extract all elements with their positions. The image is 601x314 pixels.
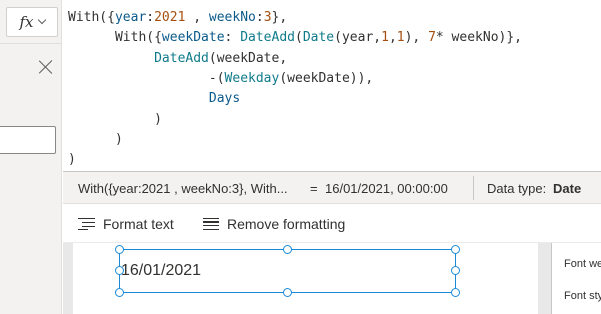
formula-code-line: ) (68, 112, 162, 128)
chevron-down-icon (37, 15, 46, 25)
code-token: (weekDate)), (279, 70, 374, 86)
remove-formatting-button[interactable]: Remove formatting (203, 205, 345, 243)
resize-handle[interactable] (451, 245, 460, 254)
code-token: : (224, 30, 241, 46)
remove-formatting-label: Remove formatting (227, 216, 346, 232)
code-token: }, (271, 10, 288, 25)
resize-handle[interactable] (283, 288, 292, 297)
formula-code-line: ) (68, 152, 76, 168)
code-token: With({ (68, 30, 162, 46)
result-equals: = (310, 181, 318, 196)
code-token: (weekDate, (208, 50, 288, 66)
data-type-label: Data type: (487, 181, 547, 196)
search-input[interactable] (0, 126, 56, 154)
code-token: 2021 (154, 10, 186, 25)
formula-code-line: Days (68, 91, 240, 107)
close-icon[interactable] (37, 58, 55, 76)
code-token: weekNo (208, 10, 256, 25)
data-type-value: Date (553, 181, 582, 196)
result-value: 16/01/2021, 00:00:00 (325, 181, 448, 196)
formula-code-line: DateAdd(weekDate, (68, 51, 287, 67)
code-token: -( (68, 70, 225, 86)
result-expression: With({year:2021 , weekNo:3}, With... (78, 181, 288, 196)
resize-handle[interactable] (115, 266, 124, 275)
code-token: 1 (381, 30, 389, 46)
divider (473, 176, 474, 200)
code-token: (year, (334, 30, 382, 46)
label-control-text: 16/01/2021 (121, 262, 202, 279)
code-token: , (185, 10, 209, 25)
formula-code-line: With({year:2021 , weekNo:3}, (68, 10, 287, 26)
code-token: DateAdd (240, 30, 295, 46)
code-token: , (388, 30, 397, 46)
format-text-button[interactable]: Format text (78, 205, 174, 243)
formula-editor[interactable]: With({year:2021 , weekNo:3}, With({weekD… (63, 0, 601, 172)
code-token: Days (208, 91, 241, 107)
fx-icon: fx (19, 13, 34, 31)
code-token: 1 (396, 30, 405, 46)
code-token: ) (68, 131, 123, 147)
code-token: * weekNo)}, (435, 30, 522, 46)
resize-handle[interactable] (451, 288, 460, 297)
code-token: Weekday (224, 70, 280, 86)
formula-code-line: With({weekDate: DateAdd(Date(year,1,1), … (68, 30, 522, 46)
code-token: : (146, 10, 155, 25)
code-token: With({ (68, 10, 115, 25)
formula-code-line: ) (68, 132, 123, 148)
code-token: year (114, 10, 147, 25)
formula-toolbar: Format text Remove formatting (63, 205, 601, 243)
fx-dropdown-button[interactable]: fx (6, 7, 58, 37)
format-text-icon (78, 218, 95, 231)
divider (0, 43, 62, 44)
code-token: 3 (263, 10, 272, 25)
resize-handle[interactable] (115, 288, 124, 297)
properties-panel: Font weight Font style (551, 243, 601, 314)
resize-handle[interactable] (451, 266, 460, 275)
code-token: ( (295, 30, 303, 46)
font-style-label: Font style (564, 290, 601, 302)
left-panel: fx (0, 0, 62, 314)
code-token: ) (68, 152, 76, 168)
code-token: DateAdd (154, 50, 209, 66)
code-token: ), (404, 30, 429, 46)
formula-result-bar: With({year:2021 , weekNo:3}, With... = 1… (63, 172, 601, 204)
resize-handle[interactable] (283, 245, 292, 254)
formula-code-line: -(Weekday(weekDate)), (68, 71, 373, 87)
resize-handle[interactable] (115, 245, 124, 254)
code-token: Date (302, 30, 335, 46)
remove-formatting-icon (203, 217, 219, 231)
font-weight-label: Font weight (564, 258, 601, 270)
code-token: 7 (428, 30, 436, 46)
format-text-label: Format text (103, 216, 174, 232)
code-token: weekDate (161, 30, 225, 46)
code-token: : (255, 10, 264, 25)
code-token: ) (68, 111, 162, 127)
